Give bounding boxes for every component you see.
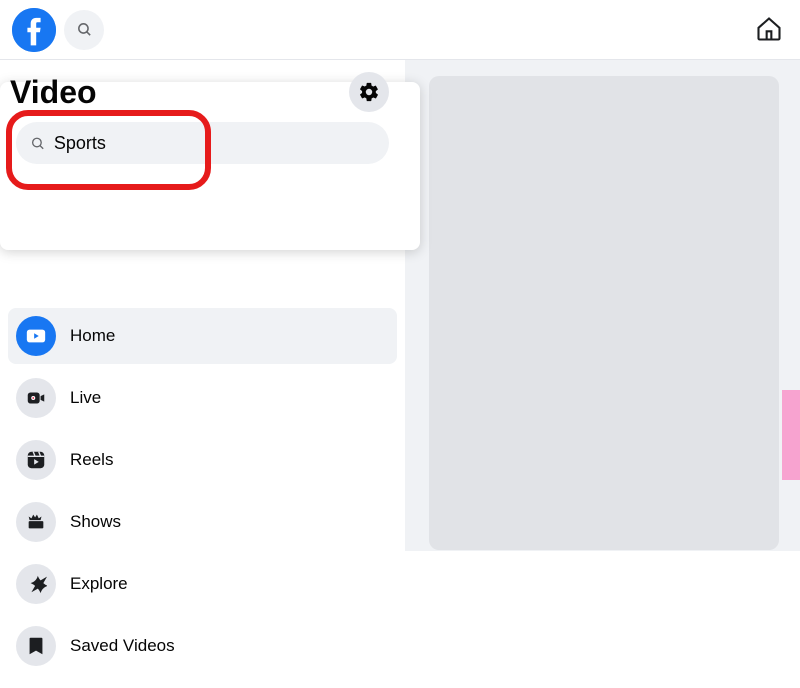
side-accent: [782, 390, 800, 480]
facebook-logo[interactable]: [12, 8, 56, 52]
reels-icon: [16, 440, 56, 480]
nav-label: Shows: [70, 512, 121, 532]
gear-icon: [358, 81, 380, 103]
home-nav-button[interactable]: [754, 14, 784, 44]
content-area: Video Home: [0, 60, 800, 551]
home-icon: [755, 15, 783, 43]
nav-item-shows[interactable]: Shows: [8, 494, 397, 550]
nav-label: Live: [70, 388, 101, 408]
topbar: [0, 0, 800, 60]
sidebar-header: Video: [0, 60, 405, 116]
bookmark-icon: [16, 626, 56, 666]
search-icon: [76, 21, 93, 38]
nav-item-explore[interactable]: Explore: [8, 556, 397, 612]
nav-label: Saved Videos: [70, 636, 175, 656]
nav-label: Reels: [70, 450, 113, 470]
video-search-row: [0, 116, 405, 176]
nav-item-home[interactable]: Home: [8, 308, 397, 364]
global-search-button[interactable]: [64, 10, 104, 50]
video-search-box[interactable]: [16, 122, 389, 164]
sidebar-nav: Home Live Reels Shows: [0, 300, 405, 688]
nav-item-live[interactable]: Live: [8, 370, 397, 426]
nav-item-reels[interactable]: Reels: [8, 432, 397, 488]
shows-icon: [16, 502, 56, 542]
live-icon: [16, 378, 56, 418]
nav-label: Home: [70, 326, 115, 346]
search-icon: [30, 135, 46, 152]
page-title: Video: [10, 74, 97, 111]
sidebar: Video Home: [0, 60, 405, 551]
settings-button[interactable]: [349, 72, 389, 112]
video-search-input[interactable]: [54, 133, 375, 154]
nav-label: Explore: [70, 574, 128, 594]
explore-icon: [16, 564, 56, 604]
nav-item-saved-videos[interactable]: Saved Videos: [8, 618, 397, 674]
content-placeholder: [429, 76, 779, 550]
main-content: [405, 60, 800, 551]
video-icon: [16, 316, 56, 356]
